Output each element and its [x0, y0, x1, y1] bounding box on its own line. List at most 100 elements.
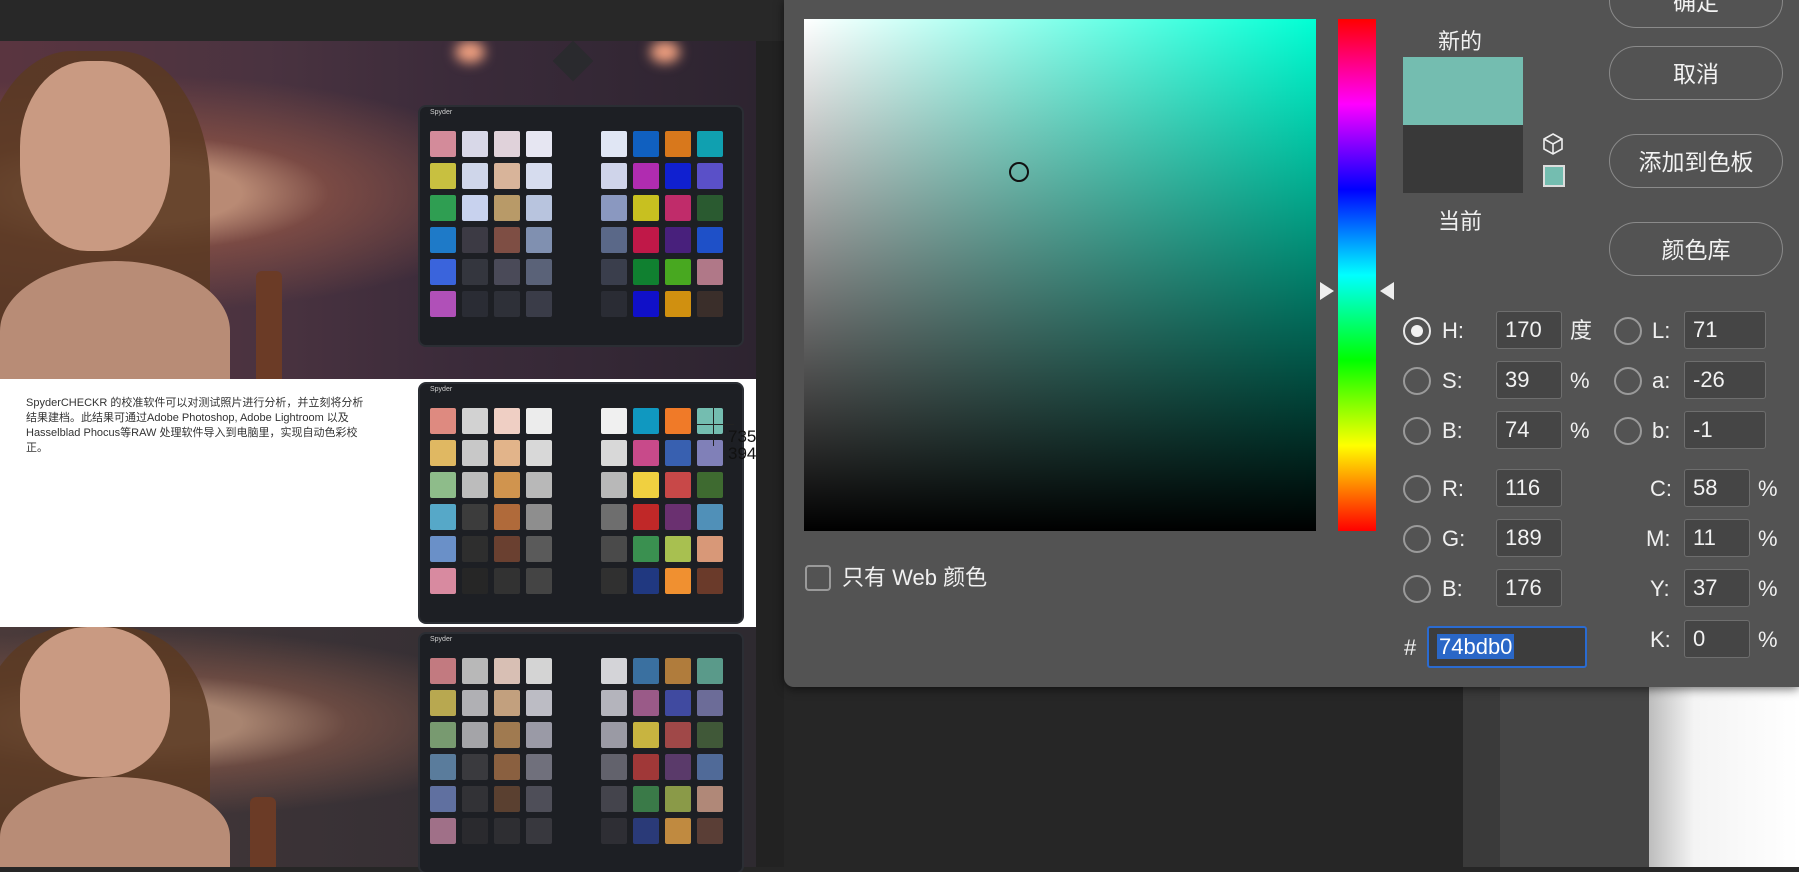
- hue-slider-handle-left-icon[interactable]: [1320, 282, 1334, 300]
- checker-swatch: [601, 291, 627, 317]
- lightness-input[interactable]: 71: [1684, 311, 1766, 349]
- brightness-input[interactable]: 74: [1496, 411, 1562, 449]
- red-input[interactable]: 116: [1496, 469, 1562, 507]
- checker-swatch: [462, 754, 488, 780]
- checker-swatch: [697, 658, 723, 684]
- checker-swatch: [526, 472, 552, 498]
- checker-swatch: [494, 131, 520, 157]
- ok-button[interactable]: 确定: [1609, 0, 1783, 28]
- checker-swatch: [601, 227, 627, 253]
- hue-slider-handle-right-icon[interactable]: [1380, 282, 1394, 300]
- label-h: H:: [1442, 318, 1464, 343]
- checker-swatch: [665, 472, 691, 498]
- label-g: G:: [1442, 526, 1466, 551]
- label-new: 新的: [1438, 29, 1483, 54]
- checker-swatch: [665, 227, 691, 253]
- websafe-color-swatch[interactable]: [1543, 165, 1565, 187]
- checker-swatch: [430, 227, 456, 253]
- radio-blue[interactable]: [1403, 575, 1431, 603]
- checker-swatch: [462, 786, 488, 812]
- radio-brightness[interactable]: [1403, 417, 1431, 445]
- radio-saturation[interactable]: [1403, 367, 1431, 395]
- hex-value: 74bdb0: [1437, 634, 1515, 659]
- background-panel: [1500, 687, 1649, 867]
- checker-swatch: [526, 195, 552, 221]
- label-l: L:: [1652, 318, 1671, 343]
- a-input[interactable]: -26: [1684, 361, 1766, 399]
- checker-swatch: [697, 472, 723, 498]
- bottle: [250, 797, 276, 867]
- color-libraries-button[interactable]: 颜色库: [1609, 222, 1783, 276]
- checker-swatch: [430, 754, 456, 780]
- checker-swatch: [601, 818, 627, 844]
- yellow-input[interactable]: 37: [1684, 569, 1750, 607]
- checker-swatch: [430, 504, 456, 530]
- cyan-input[interactable]: 58: [1684, 469, 1750, 507]
- label-b-blue: B:: [1442, 576, 1463, 601]
- label-s: S:: [1442, 368, 1463, 393]
- radio-b-lab[interactable]: [1614, 417, 1642, 445]
- web-colors-only-label[interactable]: 只有 Web 颜色: [842, 564, 987, 592]
- checker-swatch: [633, 472, 659, 498]
- radio-red[interactable]: [1403, 475, 1431, 503]
- radio-a[interactable]: [1614, 367, 1642, 395]
- checker-swatch: [601, 195, 627, 221]
- radio-green[interactable]: [1403, 525, 1431, 553]
- checker-swatch: [430, 195, 456, 221]
- unit-percent: %: [1758, 526, 1778, 551]
- checker-swatch: [462, 472, 488, 498]
- hue-input[interactable]: 170: [1496, 311, 1562, 349]
- radio-hue[interactable]: [1403, 317, 1431, 345]
- cancel-button[interactable]: 取消: [1609, 46, 1783, 100]
- new-color-swatch: [1403, 57, 1523, 125]
- checker-swatch: [494, 786, 520, 812]
- checker-swatch: [430, 786, 456, 812]
- checker-brand: Spyder: [430, 636, 453, 643]
- checker-swatch: [494, 163, 520, 189]
- blue-input[interactable]: 176: [1496, 569, 1562, 607]
- checker-swatch: [633, 786, 659, 812]
- add-to-swatches-button[interactable]: 添加到色板: [1609, 134, 1783, 188]
- checker-swatch: [526, 786, 552, 812]
- checker-swatch: [430, 440, 456, 466]
- hex-input[interactable]: 74bdb0: [1427, 626, 1587, 668]
- b-lab-input[interactable]: -1: [1684, 411, 1766, 449]
- hue-slider[interactable]: [1338, 19, 1376, 531]
- checker-swatch: [665, 163, 691, 189]
- color-field-cursor[interactable]: [1009, 162, 1029, 182]
- cursor-readout: 735 394: [728, 428, 756, 462]
- checker-swatch: [601, 754, 627, 780]
- checker-swatch: [526, 658, 552, 684]
- checker-swatch: [430, 536, 456, 562]
- text-line: SpyderCHECKR 的校准软件可以对测试照片进行分析，并立刻将分析: [26, 397, 364, 409]
- label-c: C:: [1650, 476, 1672, 501]
- saturation-brightness-field[interactable]: [804, 19, 1316, 531]
- gamut-warning-cube-icon[interactable]: [1541, 132, 1565, 156]
- checker-swatch: [633, 163, 659, 189]
- magenta-input[interactable]: 11: [1684, 519, 1750, 557]
- checker-swatch: [462, 408, 488, 434]
- green-input[interactable]: 189: [1496, 519, 1562, 557]
- document-canvas[interactable]: SpyderCHECKR 的校准软件可以对测试照片进行分析，并立刻将分析 结果建…: [0, 0, 784, 872]
- checker-swatch: [462, 131, 488, 157]
- checker-swatch: [494, 568, 520, 594]
- checker-swatch: [526, 227, 552, 253]
- checker-swatch: [601, 658, 627, 684]
- checker-swatch: [526, 163, 552, 189]
- black-input[interactable]: 0: [1684, 620, 1750, 658]
- radio-lightness[interactable]: [1614, 317, 1642, 345]
- checker-swatch: [697, 818, 723, 844]
- checker-swatch: [697, 568, 723, 594]
- checker-swatch: [601, 536, 627, 562]
- checker-swatch: [462, 818, 488, 844]
- web-colors-only-checkbox[interactable]: [805, 565, 831, 591]
- checker-swatch: [462, 568, 488, 594]
- checker-swatch: [665, 259, 691, 285]
- saturation-input[interactable]: 39: [1496, 361, 1562, 399]
- current-color-swatch[interactable]: [1403, 125, 1523, 193]
- checker-swatch: [462, 690, 488, 716]
- checker-swatch: [665, 568, 691, 594]
- checker-swatch: [665, 195, 691, 221]
- cursor-y: 394: [728, 444, 757, 463]
- checker-swatch: [665, 291, 691, 317]
